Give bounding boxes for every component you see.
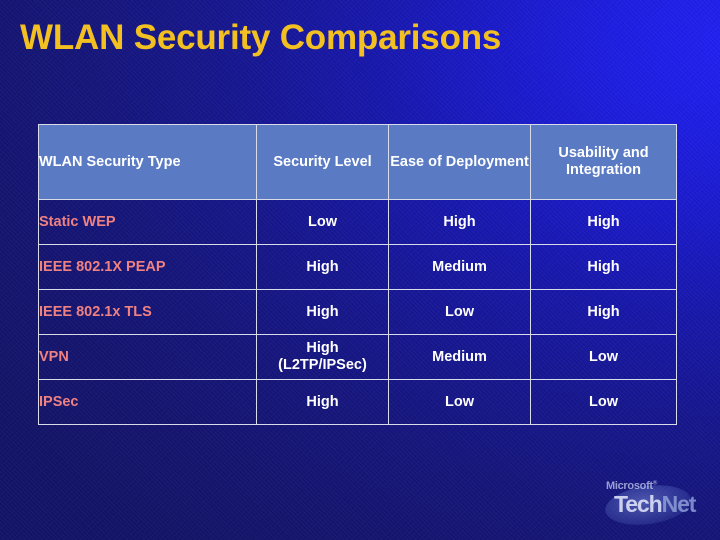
column-header-wlan-security-type: WLAN Security Type: [38, 124, 257, 200]
cell-security-level-line1: High: [306, 340, 339, 356]
table-header: WLAN Security Type Security Level Ease o…: [38, 124, 677, 200]
cell-security-level-line2: (L2TP/IPSec): [278, 357, 367, 373]
column-header-security-level: Security Level: [256, 124, 389, 200]
table-header-row: WLAN Security Type Security Level Ease o…: [38, 124, 677, 200]
cell-security-level: High (L2TP/IPSec): [256, 334, 389, 380]
cell-usability-and-integration: High: [530, 244, 677, 290]
table-body: Static WEP Low High High IEEE 802.1X PEA…: [38, 199, 677, 425]
cell-security-level: High: [256, 244, 389, 290]
table-row: IEEE 802.1x TLS High Low High: [38, 289, 677, 335]
microsoft-technet-logo: Microsoft® TechNet: [596, 476, 708, 530]
table-row: VPN High (L2TP/IPSec) Medium Low: [38, 334, 677, 380]
registered-trademark-icon: ®: [652, 480, 657, 487]
cell-security-level: Low: [256, 199, 389, 245]
row-label-vpn: VPN: [38, 334, 257, 380]
cell-ease-of-deployment: Low: [388, 379, 531, 425]
cell-ease-of-deployment: Medium: [388, 244, 531, 290]
table-row: Static WEP Low High High: [38, 199, 677, 245]
row-label-static-wep: Static WEP: [38, 199, 257, 245]
table-row: IPSec High Low Low: [38, 379, 677, 425]
cell-usability-and-integration: High: [530, 289, 677, 335]
cell-ease-of-deployment: High: [388, 199, 531, 245]
cell-usability-and-integration: Low: [530, 334, 677, 380]
page-title: WLAN Security Comparisons: [20, 18, 502, 57]
cell-security-level: High: [256, 289, 389, 335]
column-header-usability-and-integration: Usability and Integration: [530, 124, 677, 200]
cell-ease-of-deployment: Medium: [388, 334, 531, 380]
logo-product-wordmark: TechNet: [614, 491, 697, 517]
cell-security-level: High: [256, 379, 389, 425]
row-label-ieee-8021x-peap: IEEE 802.1X PEAP: [38, 244, 257, 290]
cell-usability-and-integration: High: [530, 199, 677, 245]
wlan-security-comparison-table: WLAN Security Type Security Level Ease o…: [38, 124, 677, 425]
cell-ease-of-deployment: Low: [388, 289, 531, 335]
row-label-ipsec: IPSec: [38, 379, 257, 425]
slide-canvas: WLAN Security Comparisons WLAN Security …: [0, 0, 720, 540]
cell-usability-and-integration: Low: [530, 379, 677, 425]
logo-product-part1: Tech: [614, 491, 663, 517]
column-header-ease-of-deployment: Ease of Deployment: [388, 124, 531, 200]
logo-product-part2: Net: [661, 491, 697, 517]
table-row: IEEE 802.1X PEAP High Medium High: [38, 244, 677, 290]
row-label-ieee-8021x-tls: IEEE 802.1x TLS: [38, 289, 257, 335]
